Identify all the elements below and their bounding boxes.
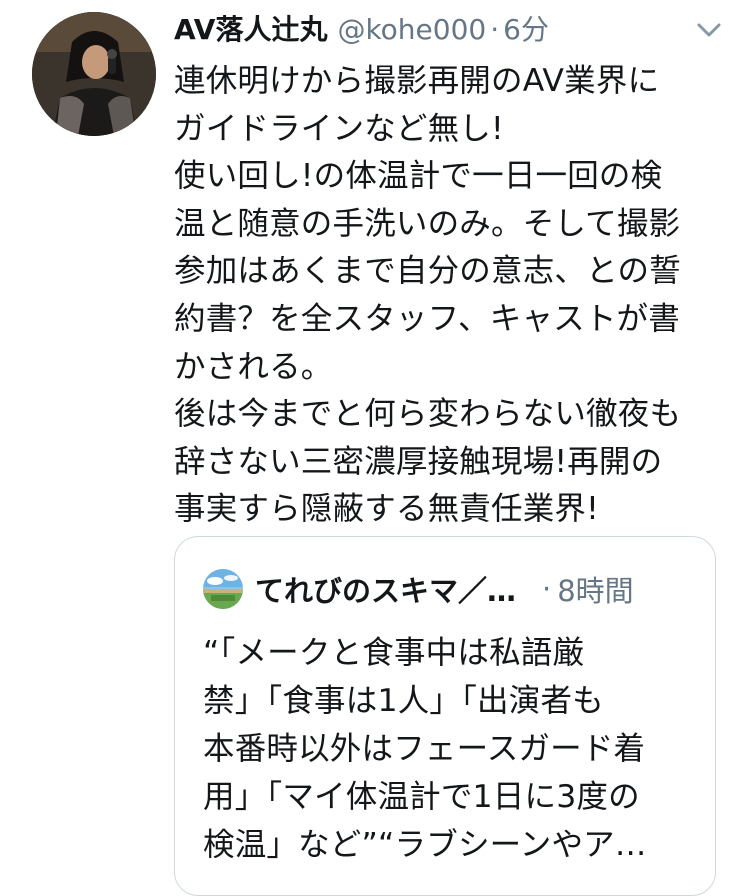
tweet-text-line: 使い回し!の体温計で一日一回の検 bbox=[174, 158, 663, 195]
quoted-text-line: “「メークと食事中は私語厳 bbox=[203, 635, 585, 671]
quoted-avatar bbox=[203, 569, 243, 609]
quoted-tweet-text: “「メークと食事中は私語厳 禁」「食事は1人」「出演者も本番時以外はフェースガード… bbox=[203, 629, 703, 869]
user-handle[interactable]: @kohe000 bbox=[337, 8, 486, 52]
chevron-down-icon[interactable] bbox=[693, 16, 725, 42]
tweet-header: AV落人辻丸 @kohe000 · 6分 bbox=[174, 8, 549, 52]
tweet-text-line: 事実すら隠蔽する無責任業界! bbox=[174, 491, 599, 528]
tweet[interactable]: AV落人辻丸 @kohe000 · 6分 連休明けから撮影再開のAV業界に ガイド… bbox=[0, 0, 750, 896]
tweet-text-line: 参加はあくまで自分の意志、との誓 bbox=[174, 253, 681, 290]
tweet-text-line: 辞さない三密濃厚接触現場!再開の bbox=[174, 443, 663, 480]
quoted-timestamp[interactable]: 8時間 bbox=[557, 568, 633, 610]
quoted-text-line: 検温」など”“ラブシーンやア… bbox=[203, 827, 647, 863]
avatar[interactable] bbox=[32, 12, 156, 136]
tweet-text: 連休明けから撮影再開のAV業界に ガイドラインなど無し! 使い回し!の体温計で一日一… bbox=[174, 58, 734, 534]
tweet-text-line: 後は今までと何ら変わらない徹夜も bbox=[174, 396, 682, 433]
tweet-text-line: 温と随意の手洗いのみ。そして撮影 bbox=[174, 205, 681, 242]
quoted-text-line: 用」「マイ体温計で1日に3度の bbox=[203, 779, 640, 815]
quoted-tweet-card[interactable]: てれびのスキマ／… · 8時間 “「メークと食事中は私語厳 禁」「食事は1人」「出… bbox=[174, 536, 716, 896]
quoted-text-line: 本番時以外はフェースガード着 bbox=[203, 731, 646, 767]
tweet-text-line: かされる。 bbox=[174, 348, 333, 385]
display-name[interactable]: AV落人辻丸 bbox=[174, 8, 327, 52]
tweet-timestamp[interactable]: 6分 bbox=[503, 8, 549, 52]
quoted-tweet-header: てれびのスキマ／… · 8時間 bbox=[203, 567, 703, 611]
separator-dot: · bbox=[490, 13, 500, 46]
tweet-text-line: 約書？を全スタッフ、キャストが書 bbox=[174, 300, 680, 337]
quoted-separator-dot: · bbox=[542, 572, 552, 606]
tweet-text-line: 連休明けから撮影再開のAV業界に bbox=[174, 63, 660, 99]
quoted-text-line: 禁」「食事は1人」「出演者も bbox=[203, 683, 604, 719]
quoted-display-name[interactable]: てれびのスキマ／… bbox=[255, 568, 516, 610]
tweet-text-line: ガイドラインなど無し! bbox=[174, 110, 504, 147]
